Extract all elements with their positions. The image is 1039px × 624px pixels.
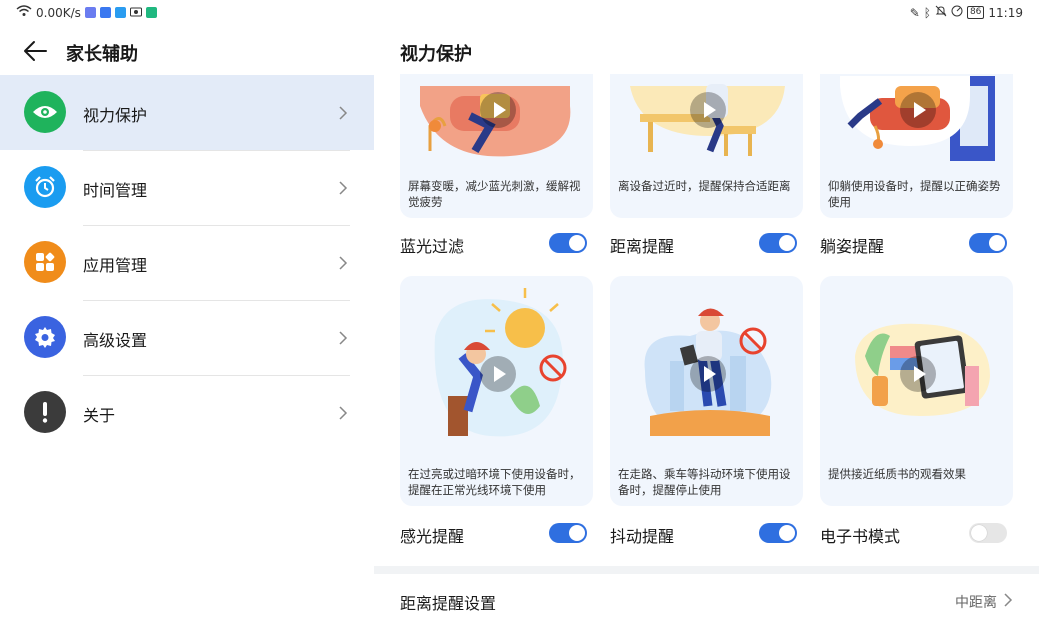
sidebar-item-about[interactable]: 关于: [0, 375, 374, 450]
toggle-knob: [779, 525, 795, 541]
clock-time: 11:19: [988, 5, 1023, 20]
net-speed: 0.00K/s: [36, 5, 81, 20]
divider: [83, 225, 350, 226]
app-notify-icon: [84, 7, 96, 18]
chevron-right-icon: [338, 105, 348, 120]
alarm-clock-icon: [24, 166, 66, 208]
toggle-knob: [569, 235, 585, 251]
play-icon[interactable]: [900, 356, 936, 392]
sidebar-item-label: 时间管理: [83, 181, 148, 200]
main-content[interactable]: 屏幕变暖，减少蓝光刺激，缓解视觉疲劳 离设备过近时，提醒保持合适距离 仰躺使用设…: [374, 26, 1039, 624]
play-icon[interactable]: [900, 92, 936, 128]
feature-label: 躺姿提醒: [820, 237, 885, 256]
lying-posture-toggle[interactable]: [969, 233, 1007, 253]
app-notify-icon: [114, 7, 126, 18]
play-icon[interactable]: [690, 92, 726, 128]
chevron-right-icon: [338, 330, 348, 345]
page-title: 家长辅助: [66, 44, 138, 65]
card-description: 在走路、乘车等抖动环境下使用设备时，提醒停止使用: [618, 467, 791, 497]
distance-card[interactable]: 离设备过近时，提醒保持合适距离: [610, 56, 803, 218]
lying-posture-card[interactable]: 仰躺使用设备时，提醒以正确姿势使用: [820, 56, 1013, 218]
card-description: 在过亮或过暗环境下使用设备时，提醒在正常光线环境下使用: [408, 467, 581, 497]
status-bar: 0.00K/s ✎ ᛒ 86 11:19: [0, 0, 1039, 26]
chevron-right-icon: [1003, 592, 1013, 607]
card-description: 提供接近纸质书的观看效果: [828, 467, 966, 481]
app-notify-icon: [145, 7, 157, 18]
play-icon[interactable]: [480, 92, 516, 128]
sidebar: 家长辅助 视力保护 时间管理 应用管理 高级设置 关于: [0, 26, 374, 624]
distance-setting-row[interactable]: 距离提醒设置 中距离: [374, 574, 1039, 624]
battery-icon: 86: [966, 6, 985, 19]
feature-label: 抖动提醒: [610, 527, 675, 546]
sidebar-item-label: 视力保护: [83, 106, 148, 125]
setting-label: 距离提醒设置: [400, 594, 497, 613]
info-icon: [24, 391, 66, 433]
sidebar-item-label: 关于: [83, 406, 116, 425]
card-description: 仰躺使用设备时，提醒以正确姿势使用: [828, 179, 1001, 209]
bluetooth-icon: ᛒ: [923, 5, 931, 20]
eye-icon: [24, 91, 66, 133]
mute-icon: [935, 5, 947, 20]
sidebar-item-advanced-settings[interactable]: 高级设置: [0, 300, 374, 375]
section-title: 视力保护: [400, 44, 472, 65]
shake-toggle[interactable]: [759, 523, 797, 543]
play-icon[interactable]: [480, 356, 516, 392]
blue-light-card[interactable]: 屏幕变暖，减少蓝光刺激，缓解视觉疲劳: [400, 56, 593, 218]
feature-label: 感光提醒: [400, 527, 465, 546]
feature-label: 蓝光过滤: [400, 237, 465, 256]
edit-pen-icon: ✎: [909, 5, 920, 20]
chevron-right-icon: [338, 180, 348, 195]
sidebar-item-label: 高级设置: [83, 331, 148, 350]
light-sensor-toggle[interactable]: [549, 523, 587, 543]
sidebar-item-label: 应用管理: [83, 256, 148, 275]
gauge-icon: [951, 5, 963, 20]
sidebar-item-app-management[interactable]: 应用管理: [0, 225, 374, 300]
distance-toggle[interactable]: [759, 233, 797, 253]
camera-icon: [129, 6, 142, 20]
section-divider: [374, 566, 1039, 574]
ebook-mode-toggle[interactable]: [969, 523, 1007, 543]
setting-value: 中距离: [955, 595, 997, 611]
blue-light-toggle[interactable]: [549, 233, 587, 253]
apps-icon: [24, 241, 66, 283]
toggle-knob: [971, 525, 987, 541]
divider: [83, 150, 350, 151]
feature-label: 距离提醒: [610, 237, 675, 256]
card-description: 屏幕变暖，减少蓝光刺激，缓解视觉疲劳: [408, 179, 581, 209]
card-description: 离设备过近时，提醒保持合适距离: [618, 179, 791, 193]
app-notify-icon: [99, 7, 111, 18]
divider: [83, 300, 350, 301]
feature-label: 电子书模式: [820, 527, 901, 546]
gear-icon: [24, 316, 66, 358]
sidebar-item-eye-protection[interactable]: 视力保护: [0, 75, 374, 150]
chevron-right-icon: [338, 405, 348, 420]
toggle-knob: [569, 525, 585, 541]
light-sensor-card[interactable]: 在过亮或过暗环境下使用设备时，提醒在正常光线环境下使用: [400, 276, 593, 506]
sidebar-item-time-management[interactable]: 时间管理: [0, 150, 374, 225]
toggle-knob: [779, 235, 795, 251]
toggle-knob: [989, 235, 1005, 251]
back-arrow-icon[interactable]: [22, 38, 50, 64]
divider: [83, 375, 350, 376]
ebook-mode-card[interactable]: 提供接近纸质书的观看效果: [820, 276, 1013, 506]
sidebar-header: 家长辅助: [0, 26, 374, 76]
wifi-icon: [16, 5, 32, 20]
chevron-right-icon: [338, 255, 348, 270]
shake-card[interactable]: 在走路、乘车等抖动环境下使用设备时，提醒停止使用: [610, 276, 803, 506]
content-header: [374, 26, 1039, 74]
play-icon[interactable]: [690, 356, 726, 392]
